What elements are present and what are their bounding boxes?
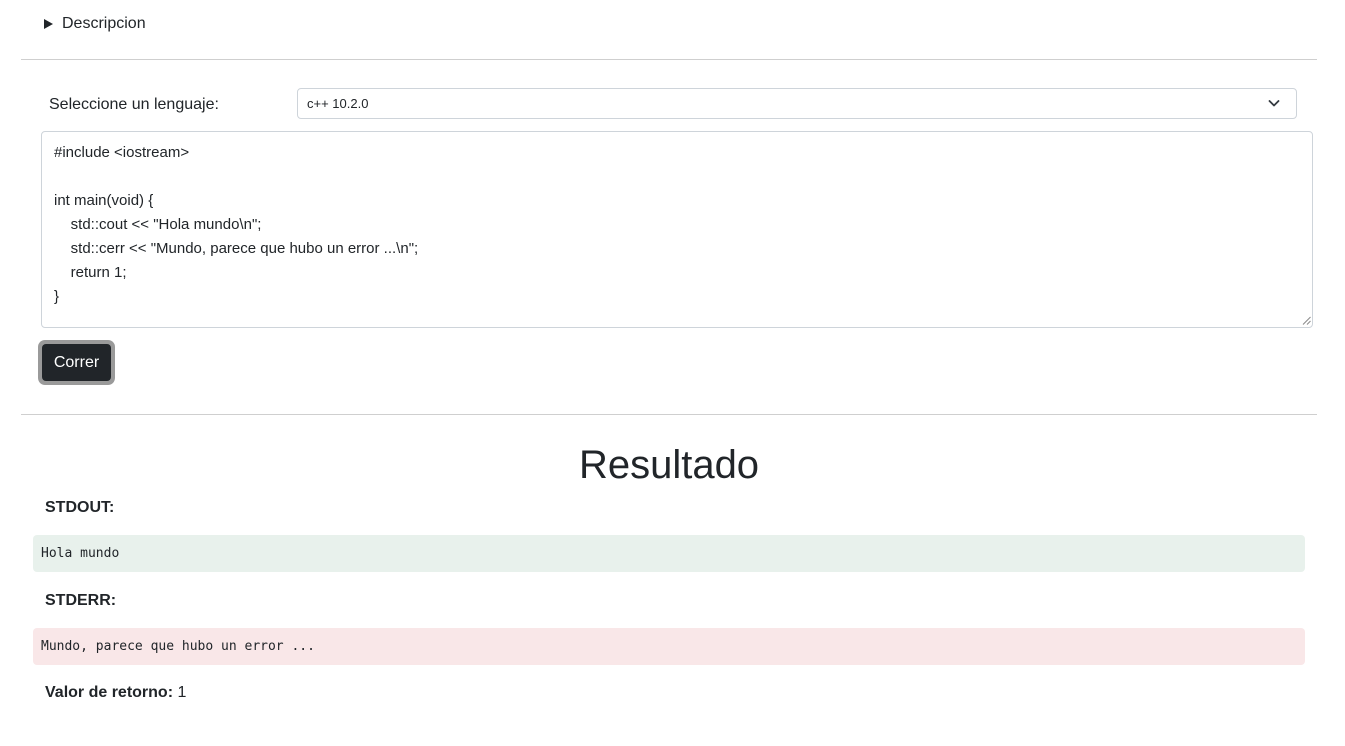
chevron-down-icon xyxy=(1268,100,1280,107)
language-select[interactable]: c++ 10.2.0 xyxy=(297,88,1297,119)
stderr-label: STDERR: xyxy=(45,592,117,609)
code-editor[interactable]: #include <iostream> int main(void) { std… xyxy=(41,131,1313,328)
result-title: Resultado xyxy=(578,443,760,487)
description-summary: Descripcion xyxy=(62,15,146,32)
description-toggle[interactable]: Descripcion xyxy=(44,12,146,36)
language-label: Seleccione un lenguaje: xyxy=(49,96,219,113)
return-value-row: Valor de retorno: 1 xyxy=(45,682,186,704)
resize-handle-icon[interactable] xyxy=(1302,316,1311,325)
return-value: 1 xyxy=(177,684,187,701)
stderr-output: Mundo, parece que hubo un error ... xyxy=(33,628,1305,665)
run-button[interactable]: Correr xyxy=(38,340,115,385)
stdout-label: STDOUT: xyxy=(45,499,115,516)
stdout-output: Hola mundo xyxy=(33,535,1305,572)
return-value-label: Valor de retorno: xyxy=(45,684,174,701)
language-selected-value: c++ 10.2.0 xyxy=(307,96,369,111)
run-button-label: Correr xyxy=(42,344,111,381)
triangle-right-icon xyxy=(44,19,53,29)
divider xyxy=(21,414,1317,415)
divider xyxy=(21,59,1317,60)
